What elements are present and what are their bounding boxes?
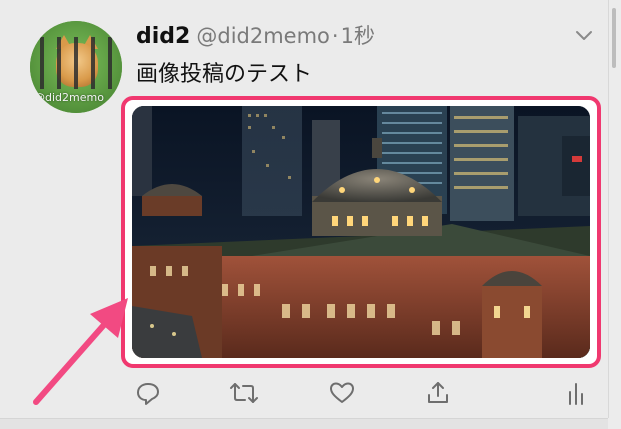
username[interactable]: @did2memo — [196, 24, 330, 48]
tweet-media-image[interactable] — [132, 106, 590, 358]
tweet-header: did2 @did2memo·1秒 — [136, 20, 375, 50]
avatar-cage-bars — [40, 37, 112, 89]
analytics-button[interactable] — [560, 376, 592, 410]
like-button[interactable] — [326, 376, 358, 410]
avatar-handle-text: @did2memo — [34, 91, 104, 104]
retweet-button[interactable] — [228, 376, 260, 410]
display-name[interactable]: did2 — [136, 24, 190, 49]
tweet-action-bar — [0, 376, 608, 412]
separator-dot: · — [331, 24, 339, 48]
tweet-timestamp[interactable]: 1秒 — [341, 24, 375, 48]
reply-button[interactable] — [132, 376, 164, 410]
tweet-divider — [0, 418, 608, 429]
reply-icon — [137, 383, 159, 405]
like-icon — [330, 382, 354, 403]
scrollbar-thumb[interactable] — [612, 8, 616, 68]
share-button[interactable] — [422, 376, 454, 410]
retweet-icon — [230, 383, 258, 403]
analytics-icon — [569, 383, 583, 405]
tokyo-station-photo — [132, 106, 590, 358]
avatar[interactable]: @did2memo — [30, 21, 122, 113]
tweet-text: 画像投稿のテスト — [136, 62, 313, 87]
share-icon — [428, 382, 448, 403]
chevron-down-icon[interactable] — [575, 28, 593, 42]
